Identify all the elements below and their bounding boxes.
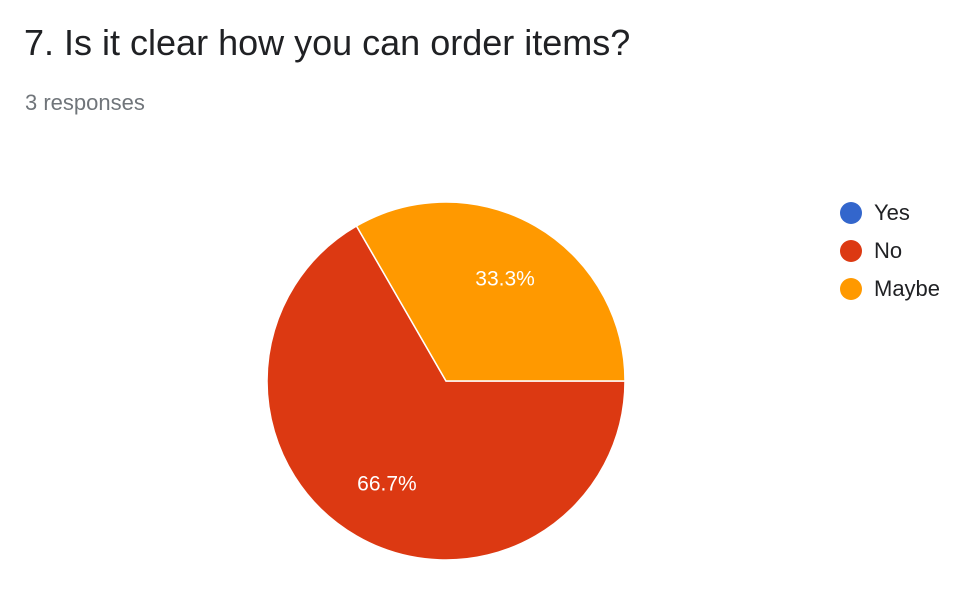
legend-label-maybe: Maybe — [874, 275, 941, 301]
legend-item-no[interactable]: No — [840, 238, 940, 263]
legend-swatch-no — [840, 239, 862, 262]
pie-chart: 66.7% 33.3% — [266, 201, 626, 561]
legend-item-yes[interactable]: Yes — [840, 200, 940, 225]
slice-label-maybe: 33.3% — [475, 268, 535, 291]
slice-label-no: 66.7% — [357, 472, 417, 495]
legend-label-yes: Yes — [874, 199, 910, 225]
legend-swatch-yes — [840, 201, 862, 224]
chart-legend: Yes No Maybe — [840, 200, 940, 314]
legend-swatch-maybe — [840, 277, 862, 300]
legend-item-maybe[interactable]: Maybe — [840, 276, 940, 301]
legend-label-no: No — [874, 237, 903, 263]
